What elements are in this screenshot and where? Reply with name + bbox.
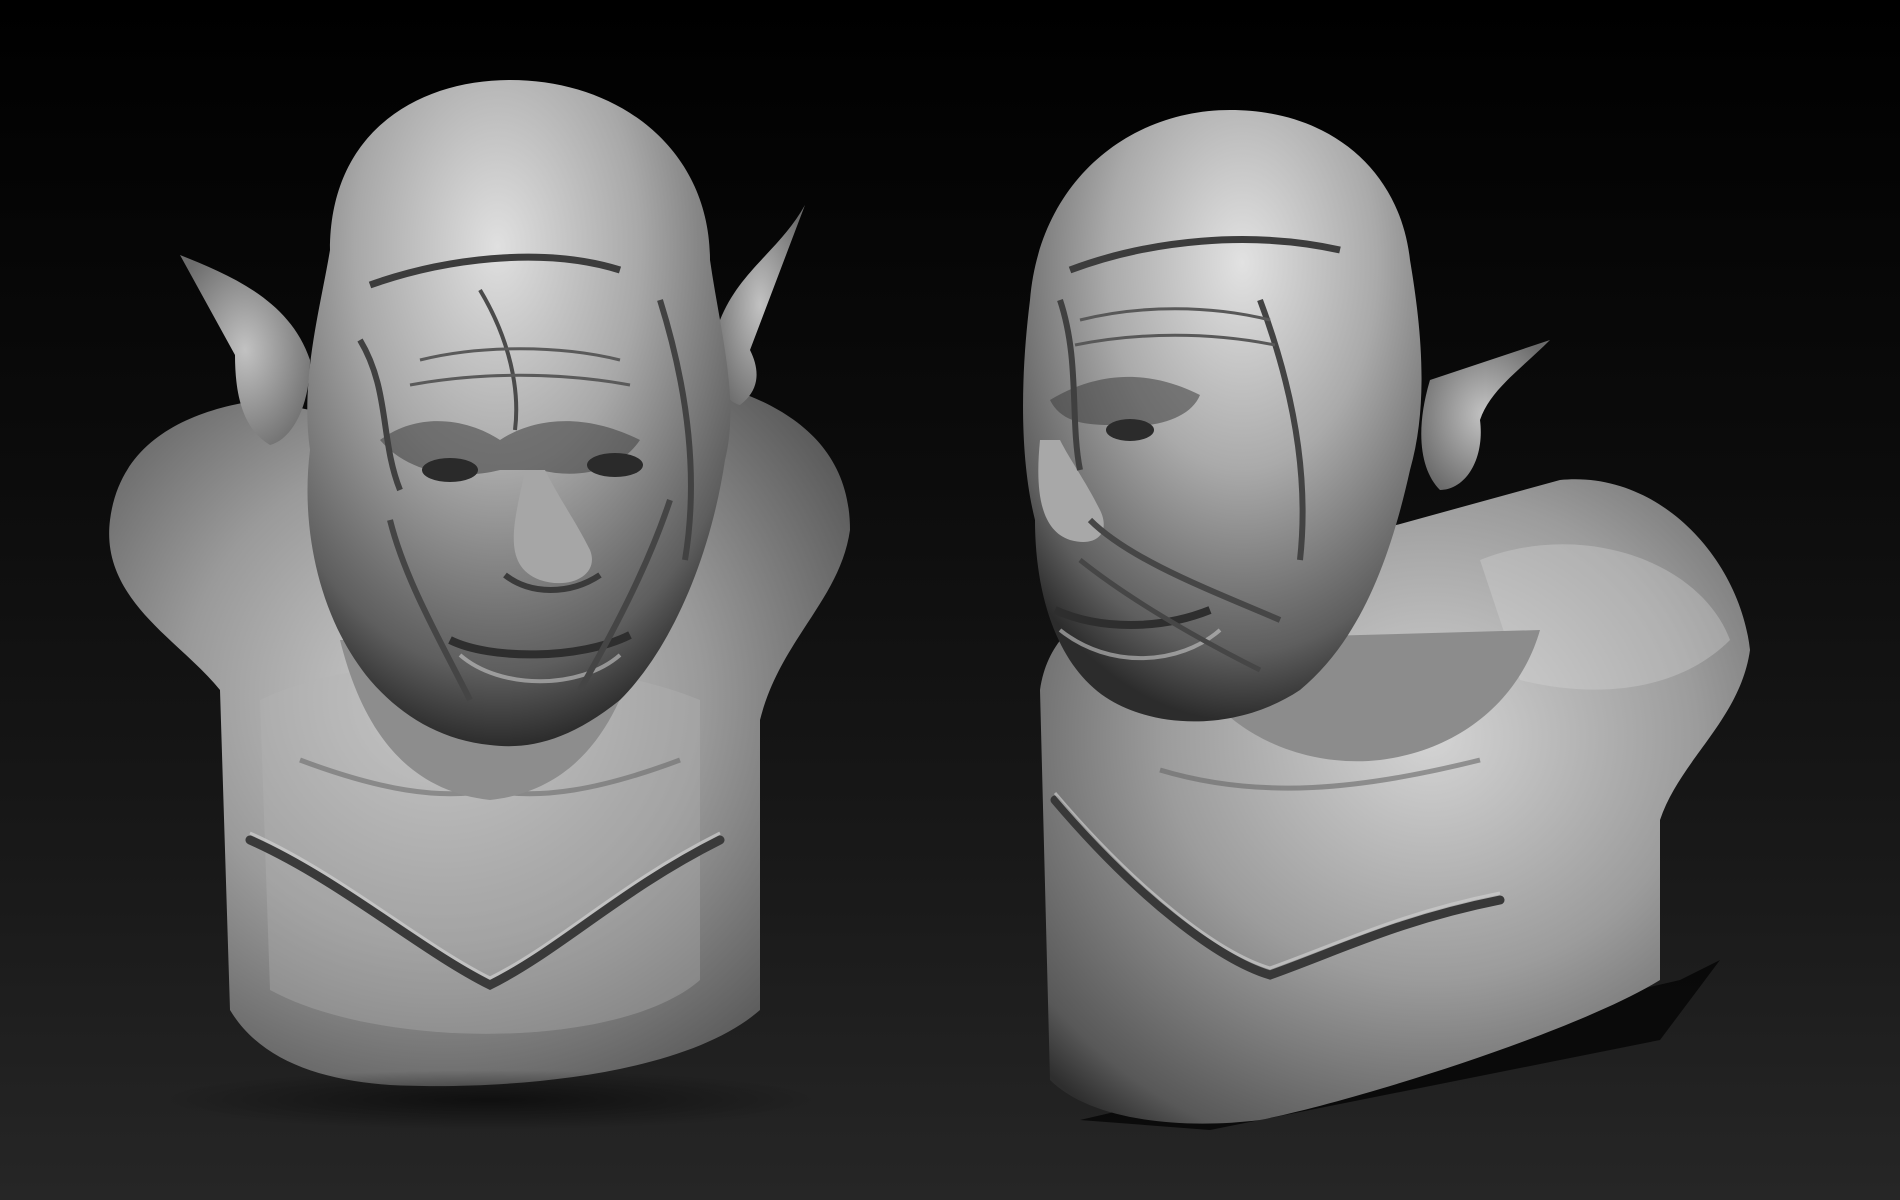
orc-bust-three-quarter-icon xyxy=(960,0,1860,1200)
orc-bust-front-icon xyxy=(60,0,880,1200)
render-viewport xyxy=(0,0,1900,1200)
